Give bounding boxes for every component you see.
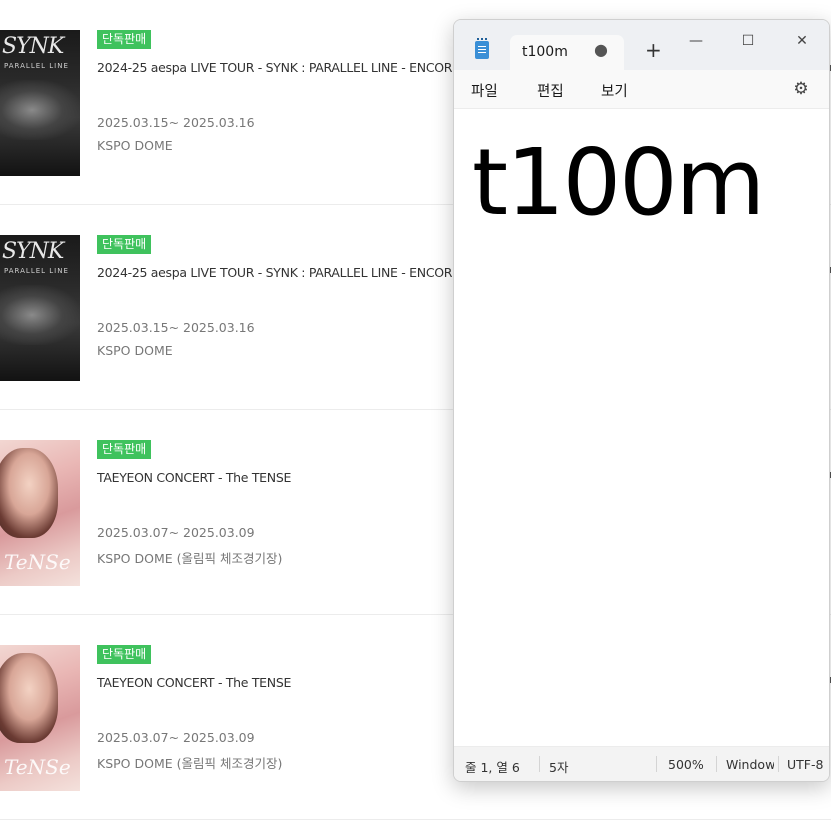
line-ending[interactable]: Windows (CRLF) (726, 757, 774, 772)
exclusive-badge: 단독판매 (97, 30, 152, 49)
event-date: 2025.03.07~ 2025.03.09 (97, 525, 255, 540)
poster-logo: SYNK (2, 34, 64, 59)
status-divider (539, 756, 540, 772)
cursor-position: 줄 1, 열 6 (465, 760, 520, 775)
status-divider (778, 756, 779, 772)
poster-artwork (0, 285, 80, 345)
zoom-level[interactable]: 500% (668, 757, 704, 772)
event-title[interactable]: 2024-25 aespa LIVE TOUR - SYNK : PARALLE… (97, 60, 460, 75)
title-bar[interactable]: t100m ● + — ☐ ✕ (454, 20, 829, 71)
menu-bar: 파일 편집 보기 ⚙ (454, 70, 829, 108)
menu-file[interactable]: 파일 (471, 80, 498, 101)
poster-artwork (0, 448, 58, 538)
exclusive-badge: 단독판매 (97, 440, 152, 459)
poster-artwork (0, 653, 58, 743)
status-divider (656, 756, 657, 772)
minimize-button[interactable]: — (673, 26, 719, 56)
status-bar: 줄 1, 열 6 5자 500% Windows (CRLF) UTF-8 (454, 747, 829, 781)
text-editor[interactable]: t100m (454, 108, 829, 747)
event-poster[interactable]: SYNK PARALLEL LINE (0, 30, 80, 176)
event-poster[interactable]: TeNSe (0, 645, 80, 791)
status-divider (716, 756, 717, 772)
maximize-button[interactable]: ☐ (725, 26, 771, 56)
encoding[interactable]: UTF-8 (787, 757, 823, 772)
event-title[interactable]: 2024-25 aespa LIVE TOUR - SYNK : PARALLE… (97, 265, 460, 280)
tab-t100m[interactable]: t100m ● (510, 35, 624, 71)
event-venue: KSPO DOME (97, 138, 173, 153)
unsaved-dot-icon[interactable]: ● (594, 40, 608, 59)
character-count: 5자 (549, 760, 569, 775)
event-date: 2025.03.15~ 2025.03.16 (97, 115, 255, 130)
event-date: 2025.03.07~ 2025.03.09 (97, 730, 255, 745)
poster-subtitle: PARALLEL LINE (4, 267, 69, 275)
event-venue: KSPO DOME (97, 343, 173, 358)
menu-edit[interactable]: 편집 (537, 80, 564, 101)
event-date: 2025.03.15~ 2025.03.16 (97, 320, 255, 335)
event-poster[interactable]: SYNK PARALLEL LINE (0, 235, 80, 381)
tab-title: t100m (522, 44, 568, 60)
editor-content[interactable]: t100m (472, 137, 765, 229)
poster-subtitle: PARALLEL LINE (4, 62, 69, 70)
exclusive-badge: 단독판매 (97, 235, 152, 254)
poster-logo: TeNSe (4, 755, 71, 779)
poster-logo: TeNSe (4, 550, 71, 574)
gear-icon[interactable]: ⚙ (791, 79, 811, 99)
event-venue: KSPO DOME (올림픽 체조경기장) (97, 756, 283, 771)
poster-artwork (0, 80, 80, 140)
screen: SYNK PARALLEL LINE 단독판매 2024-25 aespa LI… (0, 0, 831, 831)
poster-logo: SYNK (2, 239, 64, 264)
new-tab-button[interactable]: + (645, 38, 662, 62)
exclusive-badge: 단독판매 (97, 645, 152, 664)
event-title[interactable]: TAEYEON CONCERT - The TENSE (97, 675, 291, 690)
event-venue: KSPO DOME (올림픽 체조경기장) (97, 551, 283, 566)
menu-view[interactable]: 보기 (601, 80, 628, 101)
close-button[interactable]: ✕ (779, 26, 825, 56)
event-poster[interactable]: TeNSe (0, 440, 80, 586)
notepad-icon (475, 38, 489, 59)
event-title[interactable]: TAEYEON CONCERT - The TENSE (97, 470, 291, 485)
notepad-window[interactable]: t100m ● + — ☐ ✕ 파일 편집 보기 ⚙ t100m 줄 1, 열 … (453, 19, 830, 782)
